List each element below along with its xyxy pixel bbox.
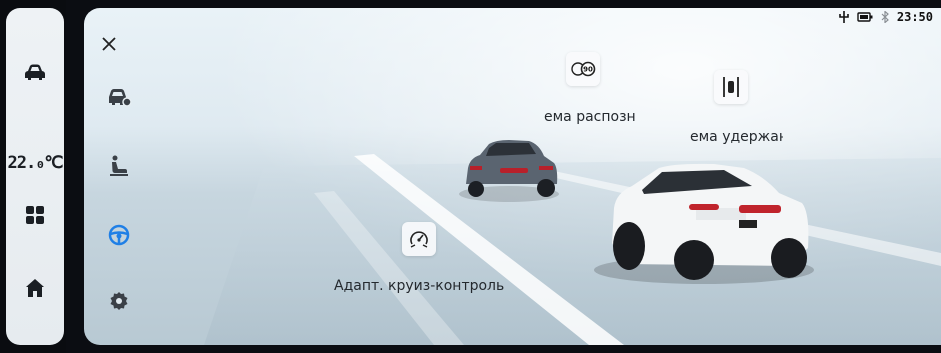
- left-rail: 22.₀℃: [0, 0, 66, 353]
- bluetooth-icon: [881, 11, 889, 23]
- rail-car-button[interactable]: [6, 63, 64, 81]
- feature-speed-limit-recognition[interactable]: 90: [566, 52, 600, 86]
- feature-lane-keeping-label: ема удержан: [690, 129, 783, 145]
- seat-icon: [110, 155, 128, 176]
- lane-keeping-icon: [714, 70, 748, 104]
- close-button[interactable]: [102, 34, 116, 56]
- rail-apps-button[interactable]: [6, 205, 64, 225]
- adaptive-cruise-icon: [402, 222, 436, 256]
- menu-item-vehicle[interactable]: [104, 82, 134, 112]
- battery-icon: [857, 12, 873, 22]
- apps-grid-icon: [26, 206, 44, 224]
- car-settings-icon: [109, 89, 132, 107]
- screen: 22.₀℃ 23:50 90 ема распозн ема удержан А…: [0, 0, 941, 353]
- clock: 23:50: [896, 10, 933, 24]
- gear-icon: [110, 292, 128, 310]
- feature-adaptive-cruise-label: Адапт. круиз-контроль: [334, 278, 505, 294]
- menu-item-seat[interactable]: [104, 151, 134, 181]
- menu-item-settings[interactable]: [104, 286, 134, 316]
- main-panel: 23:50 90 ема распозн ема удержан Адапт. …: [84, 8, 941, 345]
- feature-speed-limit-label: ема распозн: [544, 109, 636, 125]
- speed-limit-recognition-icon: 90: [566, 52, 600, 86]
- far-car-image: [459, 140, 559, 202]
- steering-wheel-icon: [108, 224, 130, 246]
- rail-card: 22.₀℃: [6, 8, 64, 345]
- car-icon: [25, 64, 45, 80]
- rail-home-button[interactable]: [6, 278, 64, 298]
- status-bar: 23:50: [839, 10, 933, 24]
- road-scene: [204, 140, 941, 345]
- home-icon: [26, 279, 44, 297]
- speed-badge: 90: [583, 66, 593, 74]
- temperature-readout[interactable]: 22.₀℃: [6, 153, 64, 173]
- usb-icon: [839, 11, 849, 23]
- menu-item-driving-assist[interactable]: [104, 220, 134, 250]
- close-icon: [102, 37, 116, 51]
- feature-adaptive-cruise[interactable]: [402, 222, 436, 256]
- feature-lane-keeping[interactable]: [714, 70, 748, 104]
